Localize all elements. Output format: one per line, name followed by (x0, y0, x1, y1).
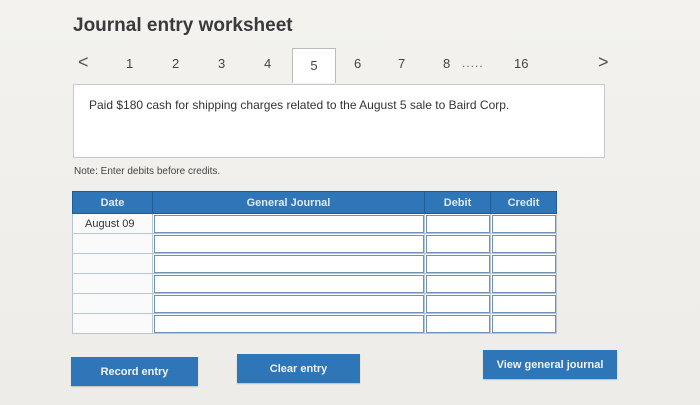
page-6-tab[interactable]: 6 (354, 56, 361, 71)
page-navigation: < 1 2 3 4 5 6 7 8 ..... 16 > (70, 48, 630, 84)
table-row: August 09 (72, 213, 557, 234)
page-5-tab-active[interactable]: 5 (292, 48, 336, 83)
credit-input[interactable] (490, 213, 557, 234)
credit-input[interactable] (490, 293, 557, 314)
worksheet-title: Journal entry worksheet (73, 15, 293, 36)
account-input[interactable] (152, 293, 425, 314)
table-row (72, 233, 557, 254)
table-row (72, 293, 557, 314)
page-7-tab[interactable]: 7 (398, 56, 405, 71)
page-16-tab[interactable]: 16 (514, 56, 528, 71)
credit-input[interactable] (490, 233, 557, 254)
table-row (72, 273, 557, 294)
page-1-tab[interactable]: 1 (126, 56, 133, 71)
page-8-tab[interactable]: 8 (443, 56, 450, 71)
chevron-left-icon[interactable]: < (78, 52, 89, 73)
account-input[interactable] (152, 313, 425, 334)
debit-input[interactable] (424, 213, 491, 234)
view-general-journal-button[interactable]: View general journal (483, 350, 617, 379)
date-cell (72, 273, 153, 294)
date-cell (72, 293, 153, 314)
column-header-date: Date (72, 191, 153, 214)
debit-input[interactable] (424, 273, 491, 294)
record-entry-button[interactable]: Record entry (71, 357, 198, 386)
journal-worksheet: Journal entry worksheet < 1 2 3 4 5 6 7 … (0, 0, 700, 405)
date-cell (72, 253, 153, 274)
credit-input[interactable] (490, 313, 557, 334)
page-3-tab[interactable]: 3 (218, 56, 225, 71)
entry-note: Note: Enter debits before credits. (74, 166, 221, 177)
column-header-debit: Debit (424, 191, 491, 214)
account-input[interactable] (152, 213, 425, 234)
page-4-tab[interactable]: 4 (264, 56, 271, 71)
column-header-general-journal: General Journal (152, 191, 425, 214)
table-row (72, 313, 557, 334)
debit-input[interactable] (424, 293, 491, 314)
transaction-description: Paid $180 cash for shipping charges rela… (89, 98, 510, 112)
table-header-row: Date General Journal Debit Credit (72, 191, 557, 214)
transaction-prompt-box: Paid $180 cash for shipping charges rela… (73, 84, 605, 158)
account-input[interactable] (152, 253, 425, 274)
table-row (72, 253, 557, 274)
chevron-right-icon[interactable]: > (598, 52, 609, 73)
debit-input[interactable] (424, 233, 491, 254)
page-2-tab[interactable]: 2 (172, 56, 179, 71)
date-cell (72, 233, 153, 254)
debit-input[interactable] (424, 313, 491, 334)
account-input[interactable] (152, 273, 425, 294)
journal-entry-table: Date General Journal Debit Credit August… (72, 191, 557, 334)
credit-input[interactable] (490, 253, 557, 274)
clear-entry-button[interactable]: Clear entry (237, 354, 360, 383)
credit-input[interactable] (490, 273, 557, 294)
date-cell: August 09 (72, 213, 153, 234)
column-header-credit: Credit (490, 191, 557, 214)
account-input[interactable] (152, 233, 425, 254)
debit-input[interactable] (424, 253, 491, 274)
date-cell (72, 313, 153, 334)
page-ellipsis: ..... (462, 56, 484, 70)
